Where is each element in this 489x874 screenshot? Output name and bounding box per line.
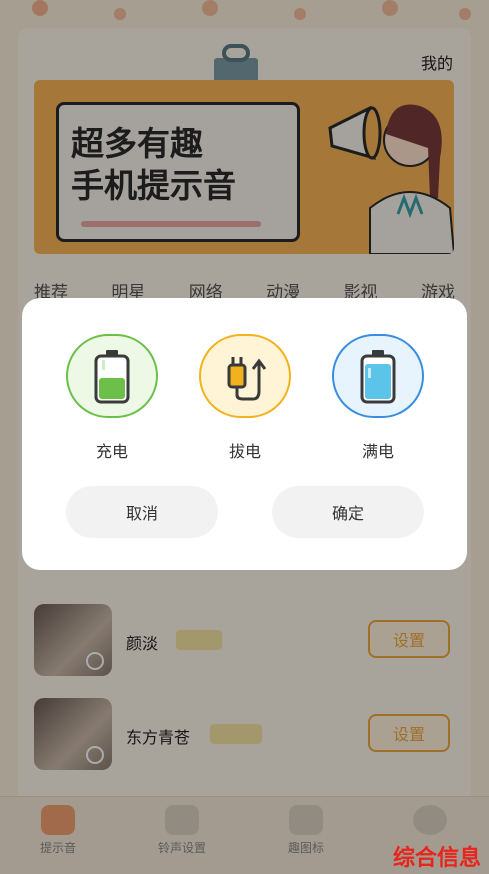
watermark: 综合信息 xyxy=(392,846,481,871)
battery-charging-icon xyxy=(66,334,158,418)
unplug-icon xyxy=(199,334,291,418)
option-unplug[interactable]: 拔电 xyxy=(199,334,291,462)
option-label: 拔电 xyxy=(228,442,261,461)
option-charging[interactable]: 充电 xyxy=(66,334,158,462)
option-label: 满电 xyxy=(361,442,394,461)
option-label: 充电 xyxy=(95,442,128,461)
cancel-button[interactable]: 取消 xyxy=(66,486,218,538)
battery-full-icon xyxy=(332,334,424,418)
confirm-button[interactable]: 确定 xyxy=(272,486,424,538)
battery-sound-dialog: 充电 拔电 满电 取消 确定 xyxy=(22,298,467,570)
option-full[interactable]: 满电 xyxy=(332,334,424,462)
